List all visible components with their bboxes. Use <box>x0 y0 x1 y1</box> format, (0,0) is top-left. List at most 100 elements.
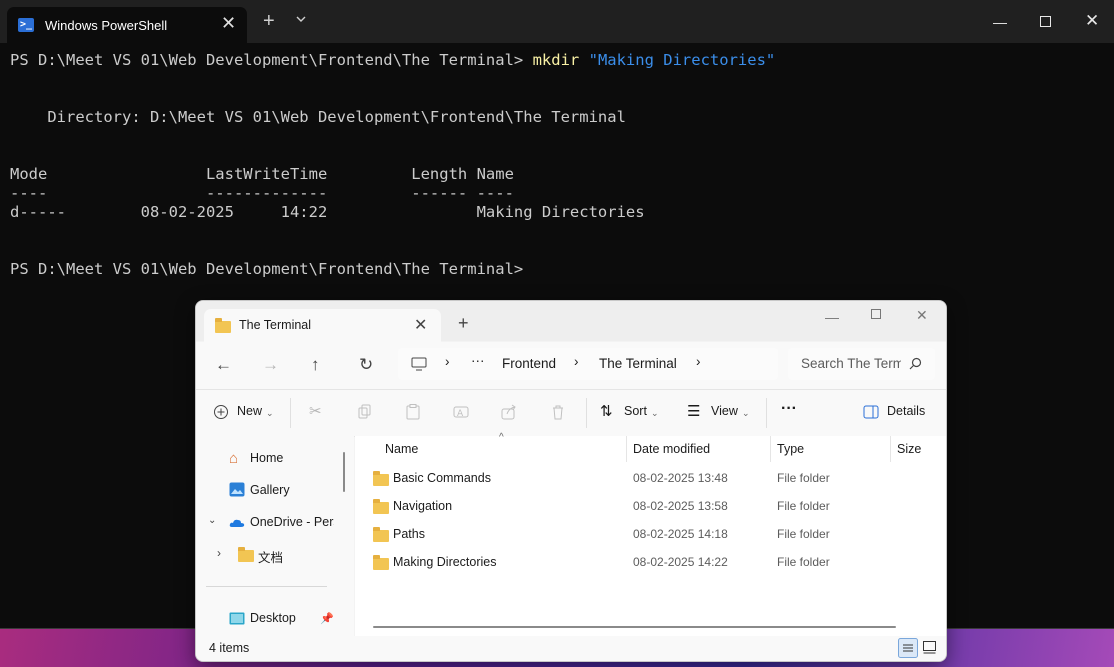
table-underline-line: ---- ------------- ------ ---- <box>10 184 514 202</box>
column-header-type[interactable]: Type <box>777 442 804 456</box>
divider[interactable] <box>626 436 627 462</box>
back-icon[interactable]: ← <box>215 355 232 375</box>
terminal-tab[interactable]: >_ Windows PowerShell ✕ <box>7 7 247 43</box>
onedrive-icon <box>229 519 245 527</box>
view-icon[interactable]: ☰ <box>687 402 700 420</box>
refresh-icon[interactable]: ↻ <box>359 355 373 375</box>
new-button[interactable]: New <box>237 404 262 418</box>
forward-icon[interactable]: → <box>262 355 279 375</box>
close-window-icon[interactable]: ✕ <box>916 307 928 324</box>
sidebar-item-onedrive[interactable]: OneDrive - Personal <box>250 515 334 529</box>
sidebar-scrollbar[interactable] <box>343 452 345 492</box>
explorer-tabbar: The Terminal ✕ + — ✕ <box>196 301 946 342</box>
close-tab-icon[interactable]: ✕ <box>414 315 427 335</box>
more-options-button[interactable]: ··· <box>781 400 797 418</box>
add-icon[interactable] <box>213 404 229 420</box>
sidebar-item-docs[interactable]: 文档 <box>258 547 283 566</box>
file-type: File folder <box>777 499 830 513</box>
status-bar: 4 items <box>196 636 946 661</box>
column-header-size[interactable]: Size <box>897 442 921 456</box>
folder-icon <box>373 499 389 514</box>
paste-icon[interactable] <box>405 404 421 420</box>
search-input[interactable]: Search The Terminal <box>801 356 901 371</box>
minimize-icon[interactable]: — <box>993 14 1007 30</box>
breadcrumb-frontend[interactable]: Frontend <box>502 356 556 371</box>
item-count: 4 items <box>209 641 250 655</box>
sort-ascending-icon: ^ <box>499 432 504 443</box>
tiles-view-icon[interactable] <box>923 641 936 654</box>
pin-icon[interactable]: 📌 <box>320 612 334 625</box>
prompt-text: PS D:\Meet VS 01\Web Development\Fronten… <box>10 51 533 69</box>
result-line: d----- 08-02-2025 14:22 Making Directori… <box>10 203 645 221</box>
chevron-down-icon[interactable] <box>294 12 308 26</box>
view-button[interactable]: View <box>711 404 738 418</box>
column-header-name[interactable]: Name <box>385 442 418 456</box>
command-bar: New ⌄ ✂ A ⇅ Sort ⌄ ☰ View ⌄ ··· Details <box>196 389 946 437</box>
terminal-tab-title: Windows PowerShell <box>45 18 168 33</box>
chevron-down-icon: ⌄ <box>651 408 659 418</box>
directory-line: Directory: D:\Meet VS 01\Web Development… <box>10 108 626 126</box>
list-item[interactable]: Paths 08-02-2025 14:18 File folder <box>355 521 946 549</box>
search-icon[interactable] <box>909 357 922 370</box>
terminal-output[interactable]: PS D:\Meet VS 01\Web Development\Fronten… <box>10 48 775 278</box>
new-tab-icon[interactable]: + <box>263 11 275 31</box>
close-tab-icon[interactable]: ✕ <box>221 13 236 34</box>
file-date: 08-02-2025 14:18 <box>633 527 728 541</box>
chevron-right-icon: › <box>574 354 579 369</box>
gallery-icon <box>229 482 245 497</box>
sidebar-item-desktop[interactable]: Desktop <box>250 611 296 625</box>
command-argument: "Making Directories" <box>588 51 776 69</box>
details-view-icon[interactable] <box>898 638 918 658</box>
explorer-tab[interactable]: The Terminal ✕ <box>204 309 441 342</box>
horizontal-scrollbar[interactable] <box>373 626 896 628</box>
breadcrumb-the-terminal[interactable]: The Terminal <box>599 356 677 371</box>
details-button[interactable]: Details <box>887 404 925 418</box>
rename-icon[interactable]: A <box>453 404 469 420</box>
minimize-icon[interactable]: — <box>825 309 839 325</box>
folder-icon <box>373 555 389 570</box>
share-icon[interactable] <box>501 404 517 420</box>
file-list: Name ^ Date modified Type Size Basic Com… <box>355 432 946 636</box>
address-bar[interactable]: › ··· Frontend › The Terminal › <box>398 348 778 380</box>
column-header-date[interactable]: Date modified <box>633 442 710 456</box>
search-box[interactable]: Search The Terminal <box>788 348 935 380</box>
terminal-titlebar: >_ Windows PowerShell ✕ + — ✕ <box>0 0 1114 43</box>
desktop-icon <box>229 612 245 625</box>
file-name: Making Directories <box>393 555 497 569</box>
folder-icon <box>373 527 389 542</box>
sort-icon[interactable]: ⇅ <box>600 402 613 420</box>
chevron-right-icon[interactable]: › <box>217 546 221 560</box>
sort-button[interactable]: Sort <box>624 404 647 418</box>
folder-icon <box>215 318 231 333</box>
new-tab-icon[interactable]: + <box>458 314 469 332</box>
this-pc-icon[interactable] <box>411 357 427 371</box>
divider <box>586 398 587 428</box>
copy-icon[interactable] <box>357 404 373 420</box>
breadcrumb-more[interactable]: ··· <box>471 353 485 368</box>
chevron-down-icon[interactable]: ⌄ <box>208 515 216 526</box>
cut-icon[interactable]: ✂ <box>309 402 322 420</box>
chevron-right-icon[interactable]: › <box>696 354 701 369</box>
terminal-command-line: PS D:\Meet VS 01\Web Development\Fronten… <box>10 51 775 70</box>
list-item[interactable]: Navigation 08-02-2025 13:58 File folder <box>355 493 946 521</box>
divider[interactable] <box>890 436 891 462</box>
details-pane-icon[interactable] <box>863 404 879 420</box>
file-name: Basic Commands <box>393 471 491 485</box>
table-header-line: Mode LastWriteTime Length Name <box>10 165 514 183</box>
sidebar-item-gallery[interactable]: Gallery <box>250 483 290 497</box>
sidebar-item-home[interactable]: Home <box>250 451 283 465</box>
maximize-icon[interactable] <box>871 309 882 320</box>
list-item[interactable]: Basic Commands 08-02-2025 13:48 File fol… <box>355 465 946 493</box>
svg-text:A: A <box>457 409 464 419</box>
delete-icon[interactable] <box>550 404 566 420</box>
explorer-tab-title: The Terminal <box>239 318 312 332</box>
navigation-pane: ⌂ Home Gallery ⌄ OneDrive - Personal › 文… <box>196 436 354 636</box>
file-date: 08-02-2025 14:22 <box>633 555 728 569</box>
explorer-navbar: ← → ↑ ↻ › ··· Frontend › The Terminal › … <box>196 342 946 389</box>
powershell-icon: >_ <box>18 18 34 32</box>
up-icon[interactable]: ↑ <box>311 355 320 375</box>
maximize-icon[interactable] <box>1040 16 1052 28</box>
close-window-icon[interactable]: ✕ <box>1085 11 1099 31</box>
divider[interactable] <box>770 436 771 462</box>
list-item[interactable]: Making Directories 08-02-2025 14:22 File… <box>355 549 946 577</box>
